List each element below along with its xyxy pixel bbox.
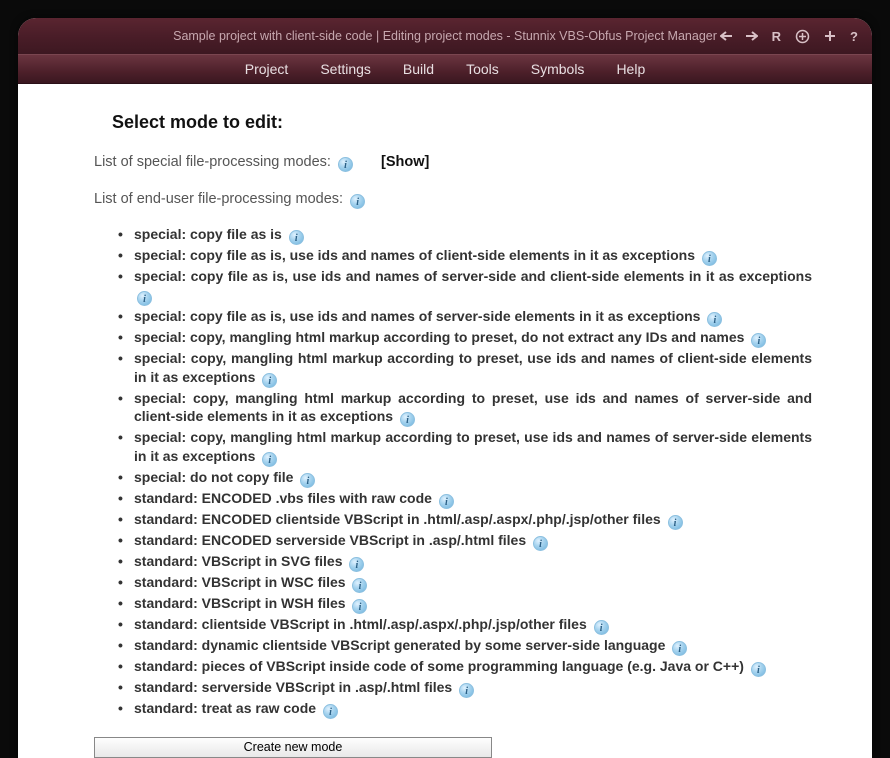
info-icon[interactable]: i: [349, 557, 364, 572]
mode-link[interactable]: standard: VBScript in SVG files: [134, 553, 343, 569]
mode-item: special: copy file as is, use ids and na…: [118, 307, 812, 327]
mode-item: special: copy file as is i: [118, 225, 812, 245]
info-icon[interactable]: i: [289, 230, 304, 245]
mode-item: standard: VBScript in WSC files i: [118, 573, 812, 593]
button-row: Create new mode: [94, 737, 812, 758]
nav-build[interactable]: Build: [403, 61, 434, 77]
mode-link[interactable]: special: do not copy file: [134, 469, 293, 485]
zoom-in-circle-icon[interactable]: [795, 29, 810, 44]
mode-item: standard: ENCODED serverside VBScript in…: [118, 531, 812, 551]
info-icon[interactable]: i: [668, 515, 683, 530]
info-icon[interactable]: i: [751, 662, 766, 677]
mode-item: standard: dynamic clientside VBScript ge…: [118, 636, 812, 656]
info-icon[interactable]: i: [300, 473, 315, 488]
info-icon[interactable]: i: [338, 157, 353, 172]
special-modes-header: List of special file-processing modes: i…: [94, 151, 812, 174]
back-icon[interactable]: [720, 31, 732, 41]
info-icon[interactable]: i: [533, 536, 548, 551]
app-window: Sample project with client-side code | E…: [18, 18, 872, 758]
mode-link[interactable]: special: copy, mangling html markup acco…: [134, 329, 744, 345]
nav-project[interactable]: Project: [245, 61, 289, 77]
nav-symbols[interactable]: Symbols: [531, 61, 585, 77]
info-icon[interactable]: i: [262, 373, 277, 388]
info-icon[interactable]: i: [672, 641, 687, 656]
forward-icon[interactable]: [746, 31, 758, 41]
info-icon[interactable]: i: [751, 333, 766, 348]
info-icon[interactable]: i: [350, 194, 365, 209]
enduser-modes-label: List of end-user file-processing modes:: [94, 191, 343, 207]
mode-item: special: copy file as is, use ids and na…: [118, 267, 812, 306]
info-icon[interactable]: i: [400, 412, 415, 427]
nav-help[interactable]: Help: [616, 61, 645, 77]
mode-item: standard: serverside VBScript in .asp/.h…: [118, 678, 812, 698]
main-nav: Project Settings Build Tools Symbols Hel…: [18, 54, 872, 84]
mode-item: standard: ENCODED clientside VBScript in…: [118, 510, 812, 530]
info-icon[interactable]: i: [137, 291, 152, 306]
info-icon[interactable]: i: [262, 452, 277, 467]
info-icon[interactable]: i: [707, 312, 722, 327]
page-title: Select mode to edit:: [112, 112, 812, 133]
mode-item: standard: pieces of VBScript inside code…: [118, 657, 812, 677]
show-toggle[interactable]: [Show]: [381, 154, 429, 170]
mode-link[interactable]: standard: ENCODED clientside VBScript in…: [134, 511, 661, 527]
info-icon[interactable]: i: [352, 578, 367, 593]
mode-link[interactable]: standard: clientside VBScript in .html/.…: [134, 616, 587, 632]
info-icon[interactable]: i: [702, 251, 717, 266]
mode-item: standard: clientside VBScript in .html/.…: [118, 615, 812, 635]
mode-item: special: copy file as is, use ids and na…: [118, 246, 812, 266]
enduser-modes-header: List of end-user file-processing modes: …: [94, 188, 812, 211]
mode-link[interactable]: special: copy, mangling html markup acco…: [134, 390, 812, 425]
mode-link[interactable]: standard: dynamic clientside VBScript ge…: [134, 637, 665, 653]
mode-item: standard: ENCODED .vbs files with raw co…: [118, 489, 812, 509]
mode-link[interactable]: standard: VBScript in WSC files: [134, 574, 346, 590]
mode-link[interactable]: special: copy file as is, use ids and na…: [134, 268, 812, 284]
title-bar: Sample project with client-side code | E…: [18, 18, 872, 54]
mode-item: standard: VBScript in SVG files i: [118, 552, 812, 572]
info-icon[interactable]: i: [352, 599, 367, 614]
mode-item: standard: treat as raw code i: [118, 699, 812, 719]
mode-link[interactable]: special: copy file as is, use ids and na…: [134, 247, 695, 263]
info-icon[interactable]: i: [459, 683, 474, 698]
info-icon[interactable]: i: [323, 704, 338, 719]
create-mode-button[interactable]: Create new mode: [94, 737, 492, 758]
mode-link[interactable]: special: copy, mangling html markup acco…: [134, 350, 812, 385]
mode-item: special: do not copy file i: [118, 468, 812, 488]
header-toolbar: R ?: [720, 18, 858, 54]
info-icon[interactable]: i: [594, 620, 609, 635]
plus-icon[interactable]: [824, 30, 836, 42]
content: Select mode to edit: List of special fil…: [18, 84, 872, 758]
mode-link[interactable]: standard: VBScript in WSH files: [134, 595, 346, 611]
mode-link[interactable]: standard: serverside VBScript in .asp/.h…: [134, 679, 452, 695]
mode-link[interactable]: standard: pieces of VBScript inside code…: [134, 658, 744, 674]
nav-tools[interactable]: Tools: [466, 61, 499, 77]
help-icon[interactable]: ?: [850, 29, 858, 44]
mode-item: special: copy, mangling html markup acco…: [118, 428, 812, 467]
mode-item: special: copy, mangling html markup acco…: [118, 389, 812, 428]
nav-settings[interactable]: Settings: [320, 61, 371, 77]
mode-link[interactable]: special: copy file as is, use ids and na…: [134, 308, 700, 324]
mode-link[interactable]: special: copy, mangling html markup acco…: [134, 429, 812, 464]
mode-list: special: copy file as is ispecial: copy …: [94, 225, 812, 718]
mode-link[interactable]: standard: treat as raw code: [134, 700, 316, 716]
mode-item: standard: VBScript in WSH files i: [118, 594, 812, 614]
mode-item: special: copy, mangling html markup acco…: [118, 328, 812, 348]
mode-link[interactable]: special: copy file as is: [134, 226, 282, 242]
special-modes-label: List of special file-processing modes:: [94, 154, 331, 170]
reload-icon[interactable]: R: [772, 29, 781, 44]
mode-link[interactable]: standard: ENCODED serverside VBScript in…: [134, 532, 526, 548]
info-icon[interactable]: i: [439, 494, 454, 509]
mode-item: special: copy, mangling html markup acco…: [118, 349, 812, 388]
mode-link[interactable]: standard: ENCODED .vbs files with raw co…: [134, 490, 432, 506]
